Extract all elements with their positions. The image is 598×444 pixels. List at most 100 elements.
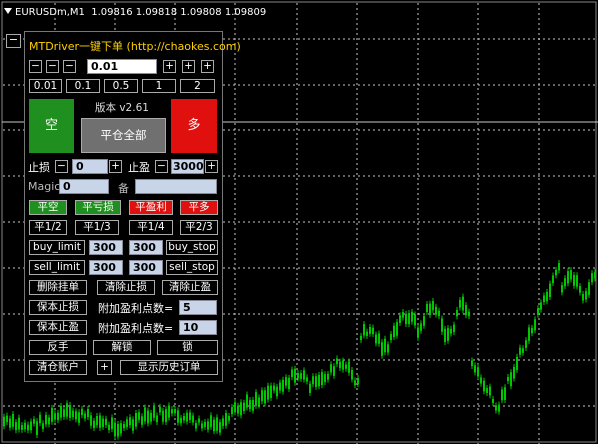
extra-points-input[interactable]: 5 bbox=[179, 300, 217, 315]
lot-plus-button-3[interactable]: + bbox=[201, 60, 214, 73]
candle-body bbox=[381, 342, 383, 356]
buy-limit-input-2[interactable]: 300 bbox=[129, 240, 163, 255]
show-history-button[interactable]: 显示历史订单 bbox=[120, 360, 218, 375]
candle-body bbox=[450, 328, 452, 334]
extra-points-input-2[interactable]: 10 bbox=[179, 320, 217, 335]
minimize-panel-button[interactable]: − bbox=[6, 34, 21, 48]
candle-body bbox=[378, 333, 380, 344]
candle-body bbox=[513, 366, 515, 379]
candle-body bbox=[423, 316, 425, 326]
close-two-thirds-button[interactable]: 平2/3 bbox=[180, 220, 218, 235]
lot-preset-0.1[interactable]: 0.1 bbox=[66, 79, 100, 93]
sl-minus-button[interactable]: − bbox=[55, 160, 68, 173]
candle-body bbox=[264, 390, 266, 404]
expand-plus-button[interactable]: + bbox=[97, 360, 112, 375]
unlock-button[interactable]: 解锁 bbox=[93, 340, 151, 355]
candle-body bbox=[402, 312, 404, 318]
lot-input[interactable]: 0.01 bbox=[87, 59, 157, 74]
candle-body bbox=[276, 386, 278, 397]
candle-body bbox=[195, 423, 197, 429]
candle-body bbox=[225, 412, 227, 426]
clear-tp-button[interactable]: 清除止盈 bbox=[162, 280, 218, 295]
candle-body bbox=[90, 415, 92, 426]
candle-body bbox=[21, 425, 23, 430]
candle-body bbox=[240, 402, 242, 416]
buy-limit-button[interactable]: buy_limit bbox=[29, 240, 85, 255]
candle-body bbox=[369, 326, 371, 334]
buy-limit-input-1[interactable]: 300 bbox=[89, 240, 123, 255]
sell-limit-input-1[interactable]: 300 bbox=[89, 260, 123, 275]
magic-label: Magic bbox=[28, 180, 61, 193]
buy-stop-button[interactable]: buy_stop bbox=[166, 240, 218, 255]
candle-body bbox=[426, 304, 428, 313]
candle-body bbox=[297, 373, 299, 379]
candle-body bbox=[63, 409, 65, 417]
candle-body bbox=[453, 324, 455, 333]
candle-body bbox=[24, 422, 26, 430]
sl-plus-button[interactable]: + bbox=[109, 160, 122, 173]
candle-body bbox=[399, 315, 401, 323]
candle-body bbox=[45, 414, 47, 425]
candle-body bbox=[159, 406, 161, 413]
candle-body bbox=[219, 422, 221, 433]
delete-pending-button[interactable]: 删除挂单 bbox=[29, 280, 87, 295]
lot-preset-0.5[interactable]: 0.5 bbox=[104, 79, 138, 93]
close-losers-button[interactable]: 平亏损 bbox=[75, 200, 121, 215]
candle-body bbox=[324, 374, 326, 383]
take-profit-input[interactable]: 3000 bbox=[171, 159, 204, 174]
lot-preset-0.01[interactable]: 0.01 bbox=[29, 79, 62, 93]
candle-body bbox=[339, 361, 341, 369]
candle-body bbox=[111, 417, 113, 430]
candle-body bbox=[108, 424, 110, 431]
sell-stop-button[interactable]: sell_stop bbox=[166, 260, 218, 275]
candle-body bbox=[363, 324, 365, 336]
lot-minus-button-3[interactable]: − bbox=[63, 60, 76, 73]
close-buys-button[interactable]: 平多 bbox=[180, 200, 218, 215]
candle-body bbox=[420, 323, 422, 331]
price-quote: 1.09816 1.09818 1.09808 1.09809 bbox=[91, 7, 267, 18]
clear-sl-button[interactable]: 清除止损 bbox=[97, 280, 155, 295]
candle-body bbox=[417, 327, 419, 338]
candle-body bbox=[69, 404, 71, 418]
reverse-button[interactable]: 反手 bbox=[29, 340, 87, 355]
buy-button[interactable]: 多 bbox=[171, 99, 217, 153]
candle-body bbox=[273, 385, 275, 391]
candle-body bbox=[261, 390, 263, 402]
close-sells-button[interactable]: 平空 bbox=[29, 200, 67, 215]
lot-plus-button-2[interactable]: + bbox=[182, 60, 195, 73]
candle-body bbox=[525, 340, 527, 348]
sell-limit-input-2[interactable]: 300 bbox=[129, 260, 163, 275]
close-third-button[interactable]: 平1/3 bbox=[75, 220, 119, 235]
clear-account-button[interactable]: 清仓账户 bbox=[29, 360, 87, 375]
close-winners-button[interactable]: 平盈利 bbox=[129, 200, 173, 215]
lock-button[interactable]: 锁 bbox=[157, 340, 218, 355]
sell-limit-button[interactable]: sell_limit bbox=[29, 260, 85, 275]
lot-plus-button-1[interactable]: + bbox=[163, 60, 176, 73]
lot-preset-2[interactable]: 2 bbox=[180, 79, 215, 93]
tp-minus-button[interactable]: − bbox=[155, 160, 168, 173]
lot-preset-1[interactable]: 1 bbox=[142, 79, 176, 93]
candle-body bbox=[432, 300, 434, 311]
candle-body bbox=[447, 328, 449, 341]
sell-button[interactable]: 空 bbox=[29, 99, 74, 153]
candle-body bbox=[204, 421, 206, 427]
candle-body bbox=[171, 409, 173, 414]
lot-minus-button-2[interactable]: − bbox=[46, 60, 59, 73]
candle-body bbox=[546, 291, 548, 302]
magic-input[interactable]: 0 bbox=[59, 179, 109, 194]
candle-body bbox=[408, 313, 410, 325]
close-all-button[interactable]: 平仓全部 bbox=[81, 118, 166, 153]
candle-body bbox=[471, 360, 473, 367]
candle-body bbox=[438, 310, 440, 317]
candle-body bbox=[360, 335, 362, 341]
breakeven-sl-button[interactable]: 保本止损 bbox=[29, 300, 87, 315]
stop-loss-input[interactable]: 0 bbox=[72, 159, 108, 174]
tp-plus-button[interactable]: + bbox=[205, 160, 218, 173]
candle-body bbox=[390, 334, 392, 341]
note-input[interactable] bbox=[135, 179, 217, 194]
lot-minus-button-1[interactable]: − bbox=[29, 60, 42, 73]
candle-body bbox=[6, 415, 8, 423]
breakeven-tp-button[interactable]: 保本止盈 bbox=[29, 320, 87, 335]
close-quarter-button[interactable]: 平1/4 bbox=[129, 220, 173, 235]
close-half-button[interactable]: 平1/2 bbox=[29, 220, 67, 235]
